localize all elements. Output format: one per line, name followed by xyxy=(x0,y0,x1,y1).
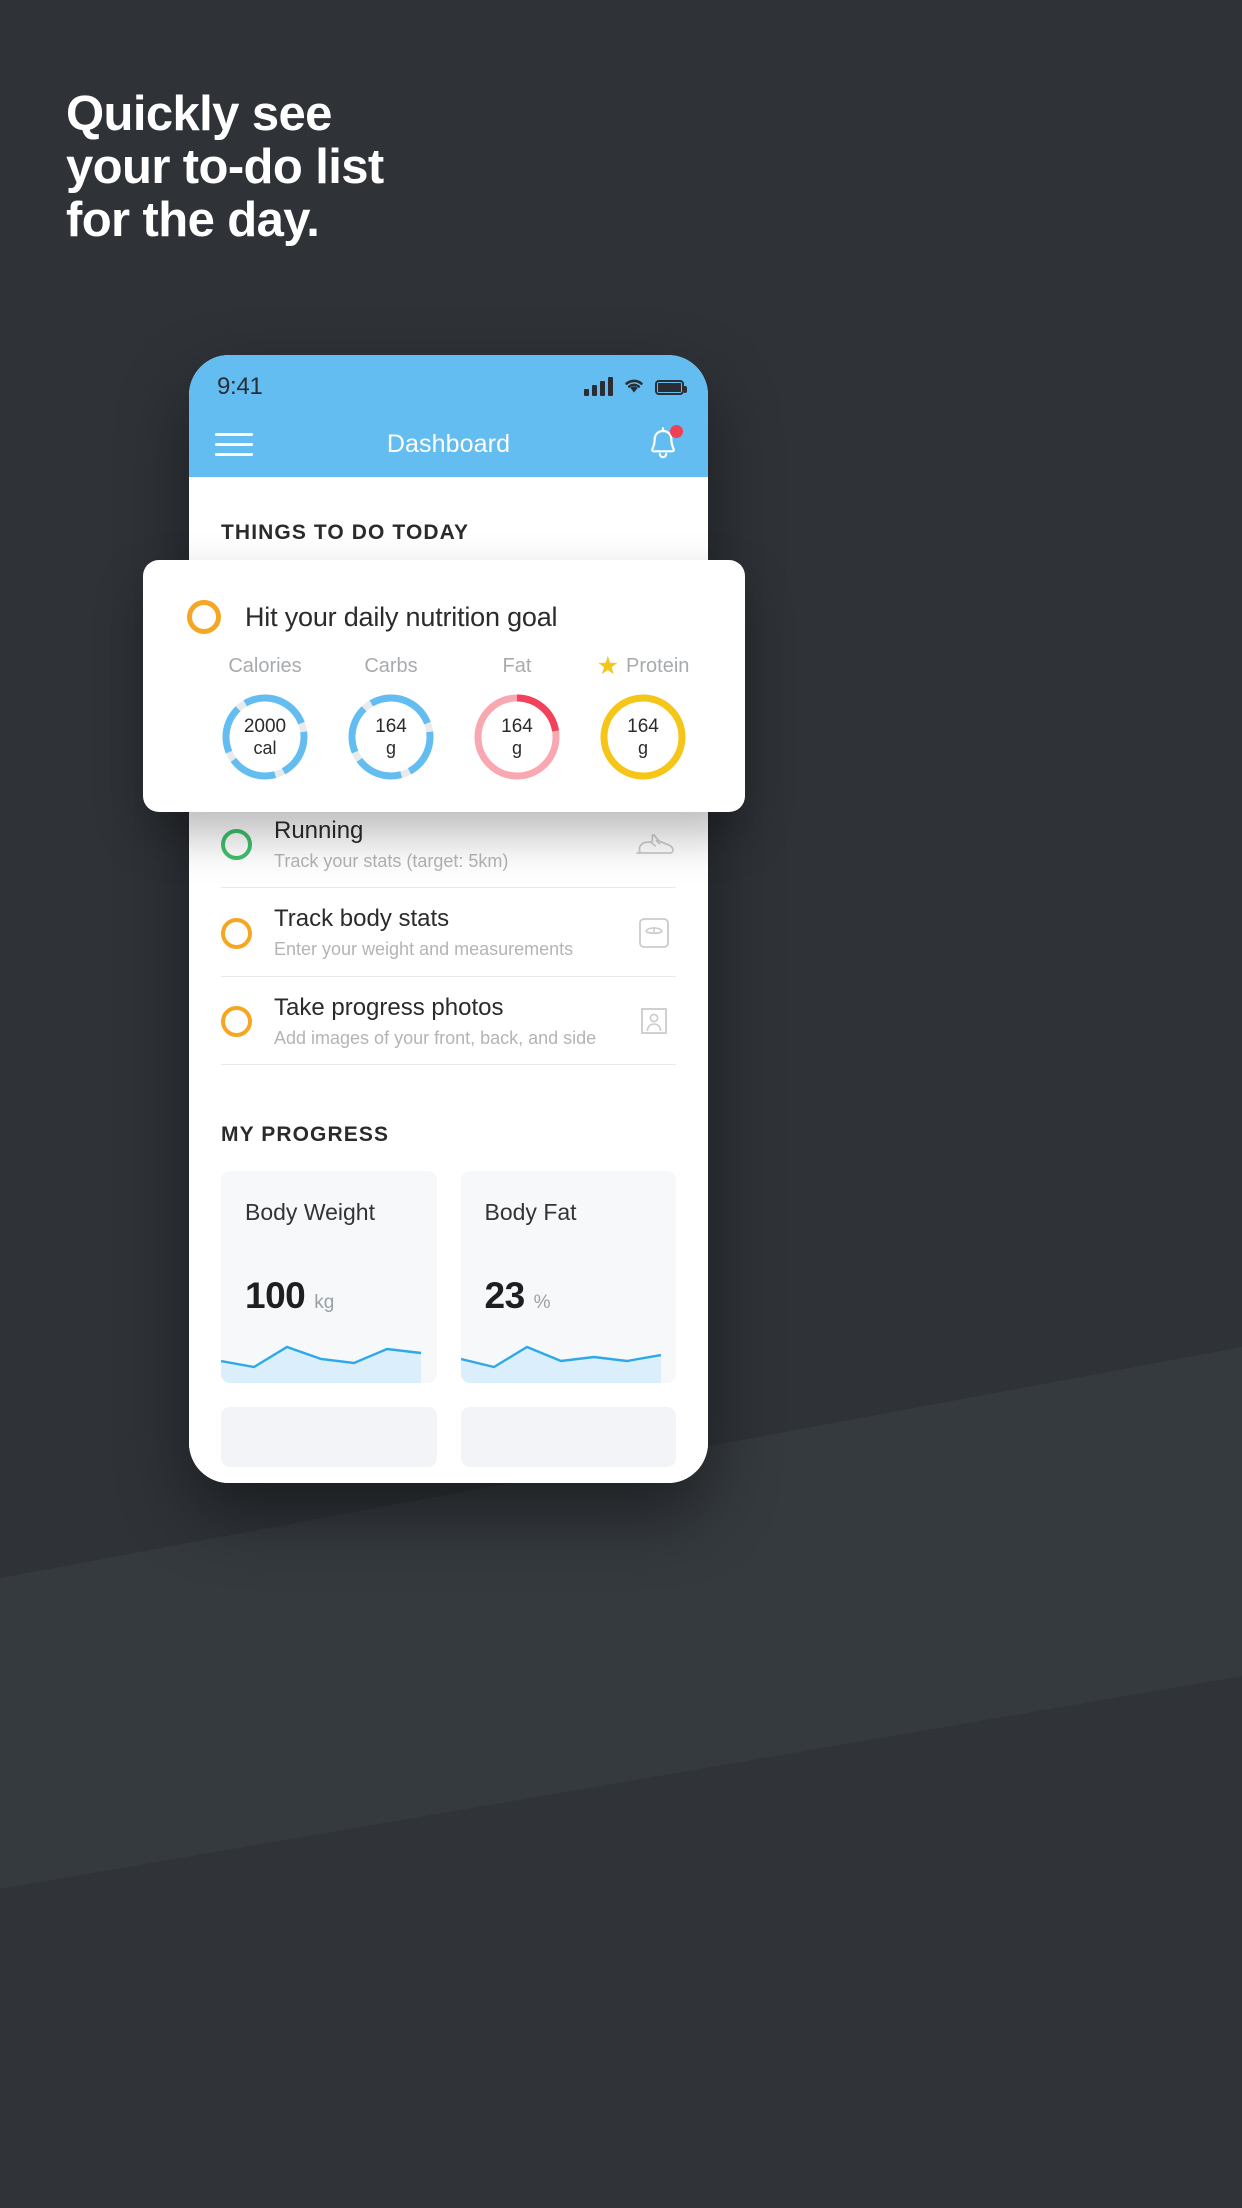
macro-label-group: ★ Protein xyxy=(597,652,690,680)
battery-icon xyxy=(655,379,687,395)
macro-ring-row: Calories 2000 cal Carbs 164 g Fat 164 g … xyxy=(187,652,715,783)
app-bar: Dashboard xyxy=(189,411,708,477)
macro-unit: g xyxy=(385,737,396,758)
progress-card-grid: Body Weight 100 kg Body Fat 23 % xyxy=(189,1171,708,1384)
macro-ring-text: 164 g xyxy=(471,691,563,783)
macro-unit: cal xyxy=(253,737,277,758)
macro-carbs[interactable]: Carbs 164 g xyxy=(331,652,451,783)
macro-value: 164 xyxy=(375,716,407,738)
macro-value: 164 xyxy=(627,716,659,738)
progress-section-title: MY PROGRESS xyxy=(221,1123,390,1147)
signal-bars-icon xyxy=(584,377,613,396)
phone-mockup: 9:41 Dashboard THINGS TO DO TODAY Runnin… xyxy=(189,355,708,1483)
macro-label: Calories xyxy=(228,654,302,677)
hamburger-menu-icon[interactable] xyxy=(215,432,253,456)
todo-text-group: Running Track your stats (target: 5km) xyxy=(274,817,618,872)
wifi-icon xyxy=(622,376,646,399)
progress-card-title: Body Fat xyxy=(484,1199,577,1226)
todo-item-title: Take progress photos xyxy=(274,993,504,1021)
progress-card-body-fat[interactable]: Body Fat 23 % xyxy=(460,1171,676,1384)
page-headline: Quickly see your to-do list for the day. xyxy=(66,87,384,247)
progress-card-title: Body Weight xyxy=(245,1199,375,1226)
nutrition-goal-title: Hit your daily nutrition goal xyxy=(245,601,558,632)
nutrition-goal-card[interactable]: Hit your daily nutrition goal Calories 2… xyxy=(143,560,745,812)
progress-card-grid-peek xyxy=(189,1407,708,1468)
macro-ring-carbs: 164 g xyxy=(345,691,437,783)
todo-checkbox-progress-photos[interactable] xyxy=(221,1005,252,1037)
macro-unit: g xyxy=(511,737,522,758)
macro-value: 2000 xyxy=(243,716,287,738)
macro-ring-text: 164 g xyxy=(597,691,689,783)
macro-unit: g xyxy=(637,737,648,758)
nutrition-card-header: Hit your daily nutrition goal xyxy=(187,600,715,634)
table-row[interactable]: Track body stats Enter your weight and m… xyxy=(221,888,676,977)
todo-text-group: Track body stats Enter your weight and m… xyxy=(274,905,618,960)
nutrition-goal-checkbox[interactable] xyxy=(187,600,221,634)
progress-card-peek[interactable] xyxy=(460,1407,676,1468)
macro-ring-text: 164 g xyxy=(345,691,437,783)
progress-card-body-weight[interactable]: Body Weight 100 kg xyxy=(221,1171,437,1384)
macro-fat[interactable]: Fat 164 g xyxy=(457,652,577,783)
macro-ring-text: 2000 cal xyxy=(219,691,311,783)
todo-item-subtitle: Track your stats (target: 5km) xyxy=(274,850,509,871)
weight-scale-icon xyxy=(632,913,676,953)
progress-card-value-group: 23 % xyxy=(485,1275,551,1317)
sparkline-chart-body-fat xyxy=(460,1345,661,1384)
todo-checkbox-body-stats[interactable] xyxy=(221,917,252,949)
todo-item-subtitle: Enter your weight and measurements xyxy=(274,939,574,960)
todo-item-subtitle: Add images of your front, back, and side xyxy=(274,1027,597,1048)
table-row[interactable]: Take progress photos Add images of your … xyxy=(221,977,676,1066)
sparkline-chart-body-weight xyxy=(221,1345,421,1384)
todo-item-title: Track body stats xyxy=(274,905,450,933)
page-title: Dashboard xyxy=(386,429,511,458)
macro-label: Protein xyxy=(626,654,690,677)
todo-item-title: Running xyxy=(274,817,364,844)
macro-ring-protein: 164 g xyxy=(597,691,689,783)
notification-badge xyxy=(670,425,683,438)
star-icon: ★ xyxy=(596,651,620,680)
notification-bell-icon[interactable] xyxy=(644,424,683,464)
macro-protein[interactable]: ★ Protein 164 g xyxy=(583,652,703,783)
macro-label: Fat xyxy=(502,654,532,677)
progress-card-value: 100 xyxy=(245,1275,306,1317)
progress-card-value-group: 100 kg xyxy=(245,1275,334,1317)
todo-section-title: THINGS TO DO TODAY xyxy=(221,521,470,544)
macro-value: 164 xyxy=(501,716,533,738)
progress-card-unit: % xyxy=(533,1292,551,1314)
macro-label: Carbs xyxy=(364,654,418,677)
todo-text-group: Take progress photos Add images of your … xyxy=(274,994,618,1049)
running-shoe-icon xyxy=(632,825,676,865)
macro-ring-fat: 164 g xyxy=(471,691,563,783)
table-row[interactable]: Running Track your stats (target: 5km) xyxy=(221,799,676,889)
status-bar-icons xyxy=(584,376,687,399)
macro-ring-calories: 2000 cal xyxy=(219,691,311,783)
progress-card-peek[interactable] xyxy=(221,1407,437,1468)
progress-card-unit: kg xyxy=(314,1292,335,1314)
status-bar: 9:41 xyxy=(189,355,708,411)
status-bar-time: 9:41 xyxy=(217,373,263,400)
progress-section: MY PROGRESS Body Weight 100 kg Body Fat xyxy=(189,1065,708,1468)
todo-list: Running Track your stats (target: 5km) T… xyxy=(189,799,708,1066)
todo-checkbox-running[interactable] xyxy=(221,829,252,861)
macro-calories[interactable]: Calories 2000 cal xyxy=(205,652,325,783)
photo-person-icon xyxy=(632,1001,676,1041)
progress-card-value: 23 xyxy=(484,1275,526,1317)
